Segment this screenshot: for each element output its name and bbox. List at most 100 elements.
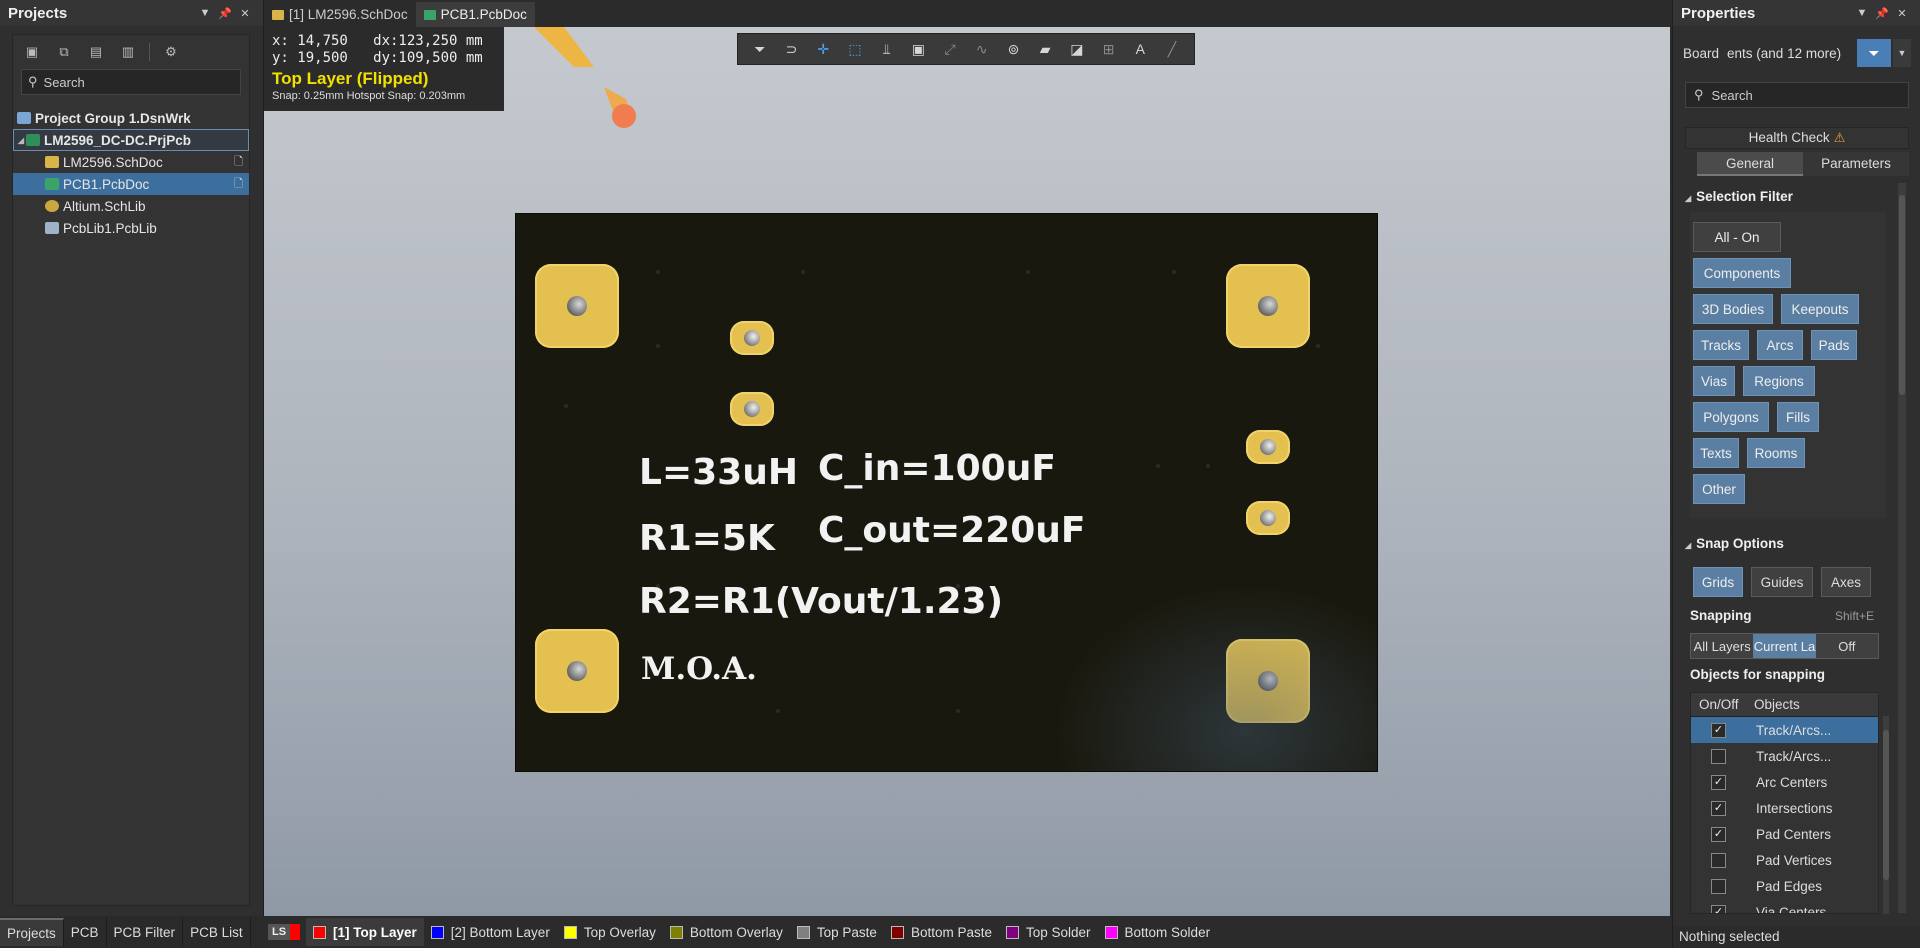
table-row[interactable]: ✓ Track/Arcs... xyxy=(1691,717,1878,743)
table-row[interactable]: Track/Arcs... xyxy=(1691,743,1878,769)
align-icon[interactable]: ⫫ xyxy=(877,39,897,59)
table-row[interactable]: Pad Edges xyxy=(1691,873,1878,899)
tab-schdoc[interactable]: [1] LM2596.SchDoc xyxy=(264,2,416,27)
text-icon[interactable]: A xyxy=(1130,39,1150,59)
layer-tab-top-solder[interactable]: Top Solder xyxy=(999,918,1098,946)
gear-icon[interactable]: ⚙ xyxy=(160,41,182,63)
interactive-route-icon[interactable]: ⤢ xyxy=(940,39,960,59)
tab-general[interactable]: General xyxy=(1697,152,1803,176)
properties-search-input[interactable]: ⚲ Search xyxy=(1685,82,1909,108)
line-icon[interactable]: ╱ xyxy=(1162,39,1182,59)
checkbox[interactable]: ✓ xyxy=(1711,722,1726,738)
projects-search-input[interactable]: ⚲ Search xyxy=(21,69,241,95)
keepout-icon[interactable]: ◪ xyxy=(1067,39,1087,59)
checkbox[interactable] xyxy=(1711,878,1726,894)
checkbox[interactable] xyxy=(1711,748,1726,764)
filter-icon[interactable]: ⏷ xyxy=(750,39,770,59)
expand-arrow-icon[interactable]: ◢ xyxy=(16,136,26,145)
filter-icon[interactable]: ⏷ xyxy=(1857,39,1891,67)
checkbox[interactable] xyxy=(1711,852,1726,868)
filter-arcs-button[interactable]: Arcs xyxy=(1757,330,1803,360)
route-icon[interactable]: ⊃ xyxy=(782,39,802,59)
tree-item-pcbdoc[interactable]: PCB1.PcbDoc 🗋 xyxy=(13,173,249,195)
filter-fills-button[interactable]: Fills xyxy=(1777,402,1819,432)
save-all-icon[interactable]: ⧉ xyxy=(53,41,75,63)
crosshair-icon[interactable]: ✛ xyxy=(813,39,833,59)
filter-tracks-button[interactable]: Tracks xyxy=(1693,330,1749,360)
through-hole-pad[interactable] xyxy=(730,321,774,355)
save-icon[interactable]: ▣ xyxy=(21,41,43,63)
filter-vias-button[interactable]: Vias xyxy=(1693,366,1735,396)
snap-grids-button[interactable]: Grids xyxy=(1693,567,1743,597)
snap-options-header[interactable]: ◢ Snap Options xyxy=(1685,536,1784,551)
tab-parameters[interactable]: Parameters xyxy=(1803,152,1909,176)
tree-item-pcblib[interactable]: PcbLib1.PcbLib xyxy=(13,217,249,239)
table-row[interactable]: ✓ Pad Centers xyxy=(1691,821,1878,847)
tree-item-workspace[interactable]: Project Group 1.DsnWrk xyxy=(13,107,249,129)
project-folder-icon[interactable]: ▥ xyxy=(117,41,139,63)
column-header-onoff[interactable]: On/Off xyxy=(1691,693,1746,716)
close-icon[interactable]: ✕ xyxy=(1892,7,1912,20)
snap-all-layers-option[interactable]: All Layers xyxy=(1691,634,1754,658)
dimension-icon[interactable]: ⊞ xyxy=(1099,39,1119,59)
tab-pcbdoc[interactable]: PCB1.PcbDoc xyxy=(415,2,535,27)
silk-cin-value[interactable]: C_in=100uF xyxy=(818,448,1056,489)
mounting-pad[interactable] xyxy=(535,264,619,348)
through-hole-pad[interactable] xyxy=(1246,430,1290,464)
panel-menu-icon[interactable]: ▼ xyxy=(195,7,215,19)
collapse-arrow-icon[interactable]: ◢ xyxy=(1685,541,1691,550)
mounting-pad[interactable] xyxy=(1226,639,1310,723)
chevron-down-icon[interactable]: ▼ xyxy=(1893,39,1911,67)
open-folder-icon[interactable]: ▤ xyxy=(85,41,107,63)
mounting-pad[interactable] xyxy=(535,629,619,713)
layer-tab-bottom-paste[interactable]: Bottom Paste xyxy=(884,918,999,946)
silk-cout-value[interactable]: C_out=220uF xyxy=(818,510,1086,551)
table-row[interactable]: Pad Vertices xyxy=(1691,847,1878,873)
collapse-arrow-icon[interactable]: ◢ xyxy=(1685,194,1691,203)
snap-off-option[interactable]: Off xyxy=(1815,634,1878,658)
table-row[interactable]: ✓ Arc Centers xyxy=(1691,769,1878,795)
filter-components-button[interactable]: Components xyxy=(1693,258,1791,288)
panel-menu-icon[interactable]: ▼ xyxy=(1852,7,1872,19)
layer-tab-top-paste[interactable]: Top Paste xyxy=(790,918,884,946)
table-row[interactable]: ✓ Via Centers xyxy=(1691,899,1878,913)
checkbox[interactable]: ✓ xyxy=(1711,826,1726,842)
pin-icon[interactable]: 📌 xyxy=(1872,7,1892,20)
filter-other-button[interactable]: Other xyxy=(1693,474,1745,504)
through-hole-pad[interactable] xyxy=(730,392,774,426)
checkbox[interactable]: ✓ xyxy=(1711,800,1726,816)
snap-axes-button[interactable]: Axes xyxy=(1821,567,1871,597)
layer-set-indicator[interactable]: LS xyxy=(268,924,300,940)
pcb-canvas[interactable]: x: 14,750 dx:123,250 mm y: 19,500 dy:109… xyxy=(264,27,1670,916)
silk-r1-value[interactable]: R1=5K xyxy=(639,518,775,559)
layer-tab-bottom[interactable]: [2] Bottom Layer xyxy=(424,918,557,946)
filter-rooms-button[interactable]: Rooms xyxy=(1747,438,1805,468)
filter-all-on-button[interactable]: All - On xyxy=(1693,222,1781,252)
tree-item-schlib[interactable]: Altium.SchLib xyxy=(13,195,249,217)
snap-current-layer-option[interactable]: Current La xyxy=(1753,634,1816,658)
tab-pcb[interactable]: PCB xyxy=(64,918,107,946)
tab-pcb-list[interactable]: PCB List xyxy=(183,918,251,946)
mounting-pad[interactable] xyxy=(1226,264,1310,348)
filter-texts-button[interactable]: Texts xyxy=(1693,438,1739,468)
checkbox[interactable]: ✓ xyxy=(1711,904,1726,913)
place-via-icon[interactable]: ⊚ xyxy=(1003,39,1023,59)
silk-author-initials[interactable]: M.O.A. xyxy=(641,651,757,687)
filter-3d-bodies-button[interactable]: 3D Bodies xyxy=(1693,294,1773,324)
polygon-icon[interactable]: ▰ xyxy=(1035,39,1055,59)
close-icon[interactable]: ✕ xyxy=(235,7,255,20)
scrollbar-thumb[interactable] xyxy=(1883,730,1889,880)
checkbox[interactable]: ✓ xyxy=(1711,774,1726,790)
filter-keepouts-button[interactable]: Keepouts xyxy=(1781,294,1859,324)
select-rectangle-icon[interactable]: ⬚ xyxy=(845,39,865,59)
snap-guides-button[interactable]: Guides xyxy=(1751,567,1813,597)
silk-r2-formula[interactable]: R2=R1(Vout/1.23) xyxy=(639,581,1003,622)
layer-tab-bottom-overlay[interactable]: Bottom Overlay xyxy=(663,918,790,946)
tab-projects[interactable]: Projects xyxy=(0,918,64,946)
filter-pads-button[interactable]: Pads xyxy=(1811,330,1857,360)
filter-polygons-button[interactable]: Polygons xyxy=(1693,402,1769,432)
tab-pcb-filter[interactable]: PCB Filter xyxy=(107,918,184,946)
health-check-button[interactable]: Health Check ⚠ xyxy=(1685,127,1909,149)
selection-filter-header[interactable]: ◢ Selection Filter xyxy=(1685,189,1793,204)
pcb-board[interactable]: L=33uH C_in=100uF R1=5K C_out=220uF R2=R… xyxy=(515,213,1378,772)
